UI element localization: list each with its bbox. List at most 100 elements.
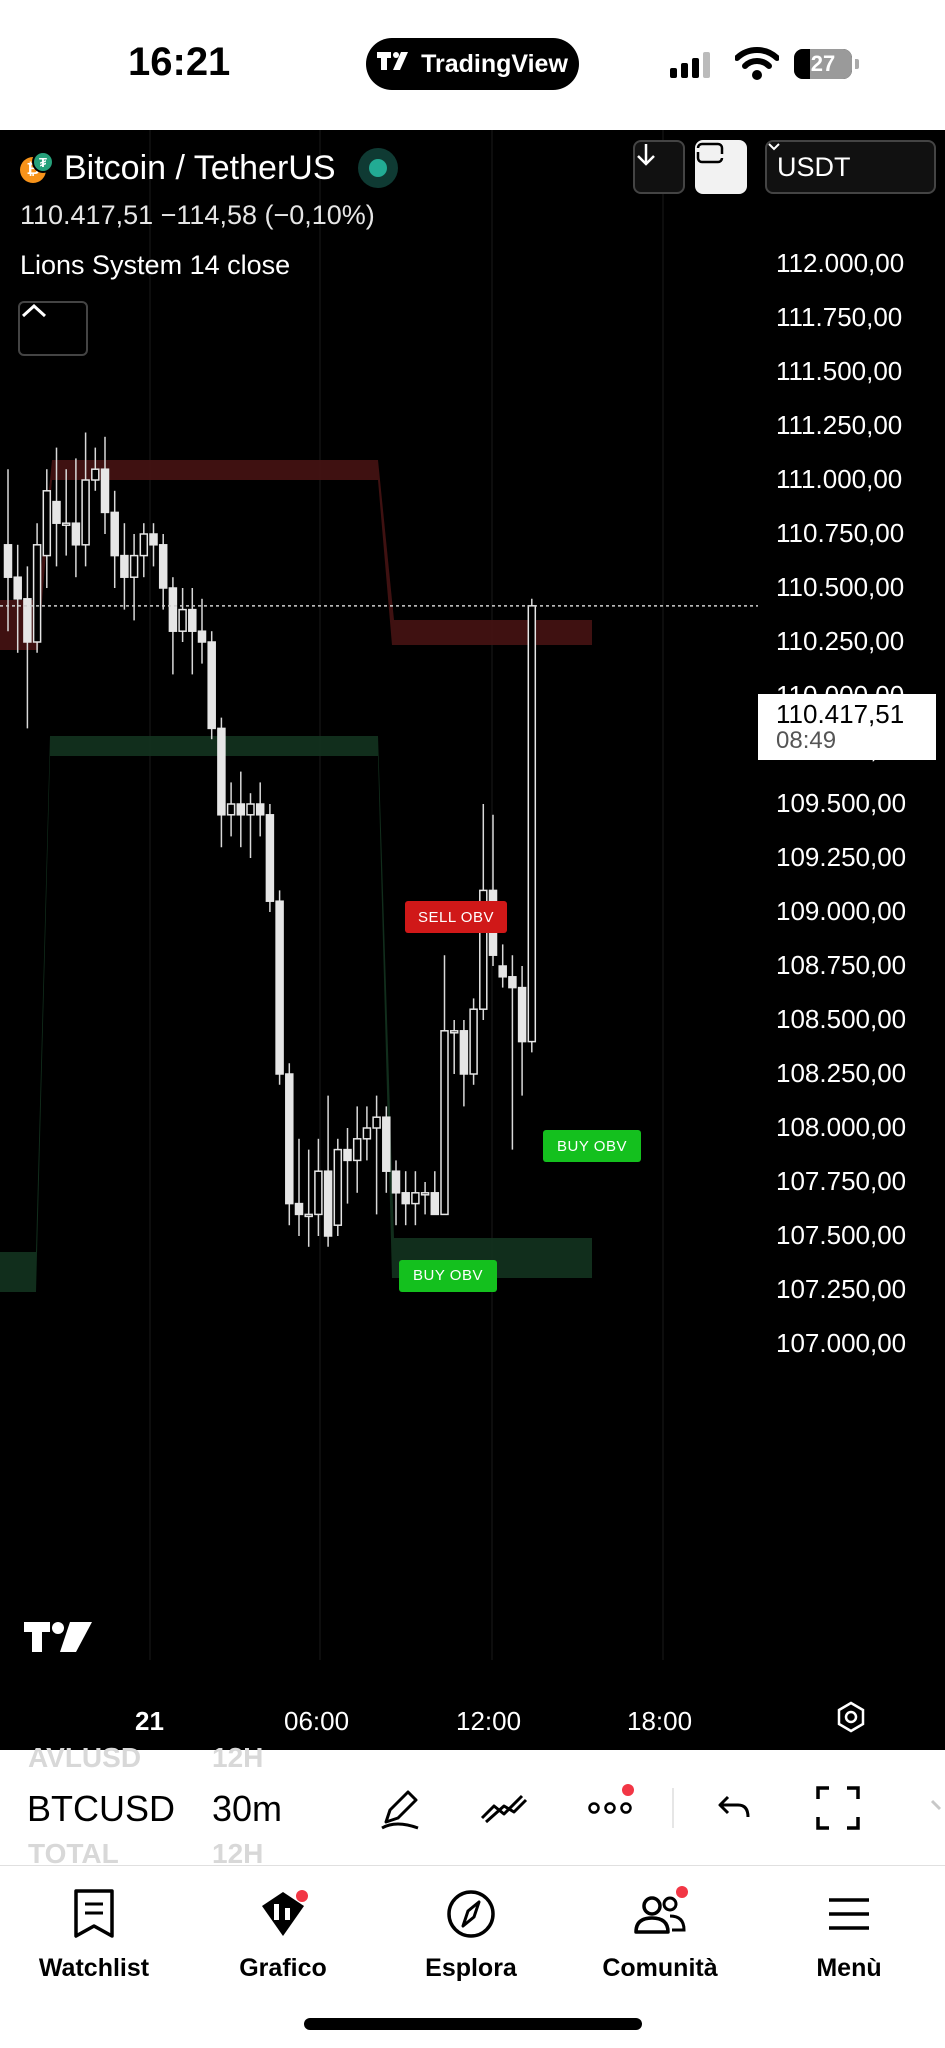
nav-menu[interactable]: Menù [774, 1884, 924, 1983]
candle-body [139, 533, 149, 557]
fullscreen-button[interactable] [810, 1780, 866, 1836]
indicator-label[interactable]: Lions System 14 close [20, 250, 290, 281]
price-axis-label: 108.750,00 [776, 950, 907, 980]
candle-body [100, 468, 110, 514]
candle-body [430, 1192, 440, 1216]
candle-body [255, 803, 265, 816]
candle-body [32, 544, 42, 643]
symbol-picker[interactable]: BTCUSD [27, 1788, 175, 1830]
interval-picker[interactable]: 30m [212, 1788, 282, 1830]
undo-button[interactable] [706, 1780, 762, 1836]
candle-body [352, 1138, 362, 1162]
community-icon [632, 1884, 688, 1944]
sell-signal-tag: SELL OBV [405, 901, 507, 934]
pen-icon [381, 1790, 419, 1830]
candle-body [265, 814, 275, 902]
ghost-interval-above: 12H [212, 1742, 264, 1773]
symbol-name[interactable]: Bitcoin / TetherUS [64, 149, 336, 188]
currency-select[interactable]: USDT [765, 140, 936, 194]
indicators-button[interactable] [476, 1780, 532, 1836]
fullscreen-icon [816, 1786, 860, 1830]
last-price-value: 110.417,51 [776, 699, 905, 729]
candle-body [343, 1148, 352, 1162]
cellular-signal-icon [670, 52, 710, 78]
candle-body [236, 803, 246, 816]
compass-icon [445, 1884, 497, 1944]
candle-body [294, 1202, 304, 1216]
arrow-down-icon [637, 144, 655, 166]
candle-body [508, 976, 517, 989]
status-time: 16:21 [128, 40, 231, 84]
price-axis-label: 107.750,00 [776, 1166, 907, 1196]
candle-body [440, 1030, 449, 1216]
redo-icon [930, 1799, 942, 1811]
candle-body [3, 544, 13, 578]
candle-body [391, 1170, 401, 1194]
toolbar-divider [672, 1788, 674, 1828]
time-axis-label: 21 [135, 1706, 164, 1736]
candle-body [304, 1213, 313, 1218]
price-axis-label: 111.750,00 [776, 302, 903, 332]
nav-community[interactable]: Comunità [585, 1884, 735, 1983]
price-axis-label: 109.250,00 [776, 842, 907, 872]
nav-explore[interactable]: Esplora [396, 1884, 546, 1983]
notification-dot [296, 1890, 308, 1902]
wifi-icon [734, 46, 780, 85]
time-axis-label: 06:00 [284, 1706, 350, 1736]
price-change-line: 110.417,51 −114,58 (−0,10%) [20, 200, 375, 230]
notification-dot [676, 1886, 688, 1898]
candle-body [323, 1170, 333, 1237]
nav-chart-label: Grafico [239, 1954, 327, 1982]
candle-body [178, 608, 187, 632]
candle-body [449, 1030, 459, 1034]
more-dots-icon [588, 1802, 632, 1814]
candle-body [285, 1073, 294, 1205]
redo-button[interactable] [918, 1780, 945, 1836]
nav-watchlist[interactable]: Watchlist [19, 1884, 169, 1983]
candle-body [372, 1116, 381, 1129]
more-options-button[interactable] [582, 1780, 638, 1836]
chart-area[interactable]: ₿ ₮ Bitcoin / TetherUS 110.417,51 −114,5… [0, 130, 945, 1750]
candle-body [333, 1148, 343, 1226]
hamburger-icon [827, 1884, 871, 1944]
candle-body [459, 1030, 469, 1075]
home-indicator [304, 2018, 642, 2030]
currency-value: USDT [777, 151, 851, 182]
candle-body [149, 533, 158, 546]
candle-body [120, 554, 129, 578]
buy-signal-tag: BUY OBV [399, 1259, 497, 1292]
price-axis-label: 108.000,00 [776, 1112, 907, 1142]
candle-body [61, 522, 71, 526]
price-axis-label: 109.000,00 [776, 896, 907, 926]
chart-toolbar: AVLUSD 12H BTCUSD 30m TOTAL 12H [0, 1742, 945, 1869]
price-axis-label: 108.250,00 [776, 1058, 907, 1088]
candle-body [168, 587, 178, 632]
last-price-label: 110.417,51 08:49 [758, 694, 936, 760]
notification-dot [622, 1784, 634, 1796]
download-arrow-button[interactable] [633, 140, 685, 194]
candle-body [158, 544, 168, 589]
chevron-down-icon [768, 143, 780, 151]
collapse-legend-button[interactable] [18, 301, 88, 356]
battery-level: 27 [810, 51, 836, 76]
candle-body [110, 511, 119, 557]
nav-chart[interactable]: Grafico [208, 1884, 358, 1983]
candle-body [420, 1192, 430, 1196]
buy-signal-tag: BUY OBV [543, 1130, 641, 1163]
symbol-header[interactable]: ₿ ₮ Bitcoin / TetherUS [20, 148, 398, 188]
chevron-up-icon [21, 303, 47, 318]
price-axis-label: 110.250,00 [776, 626, 905, 656]
tradingview-pill[interactable]: TradingView [366, 38, 579, 90]
price-axis-label: 110.500,00 [776, 572, 905, 602]
candle-body [527, 605, 537, 1043]
tradingview-logo-icon [377, 50, 413, 79]
undo-icon [718, 1795, 750, 1818]
price-axis-label: 108.500,00 [776, 1004, 907, 1034]
chart-sync-button[interactable] [695, 140, 747, 194]
candle-body [81, 479, 90, 546]
nav-watchlist-label: Watchlist [38, 1954, 150, 1982]
drawing-tool-button[interactable] [372, 1780, 428, 1836]
price-axis-label: 112.000,00 [776, 248, 905, 278]
battery-icon: 27 [794, 49, 859, 79]
status-bar: 16:21 TradingView 27 [0, 0, 945, 130]
